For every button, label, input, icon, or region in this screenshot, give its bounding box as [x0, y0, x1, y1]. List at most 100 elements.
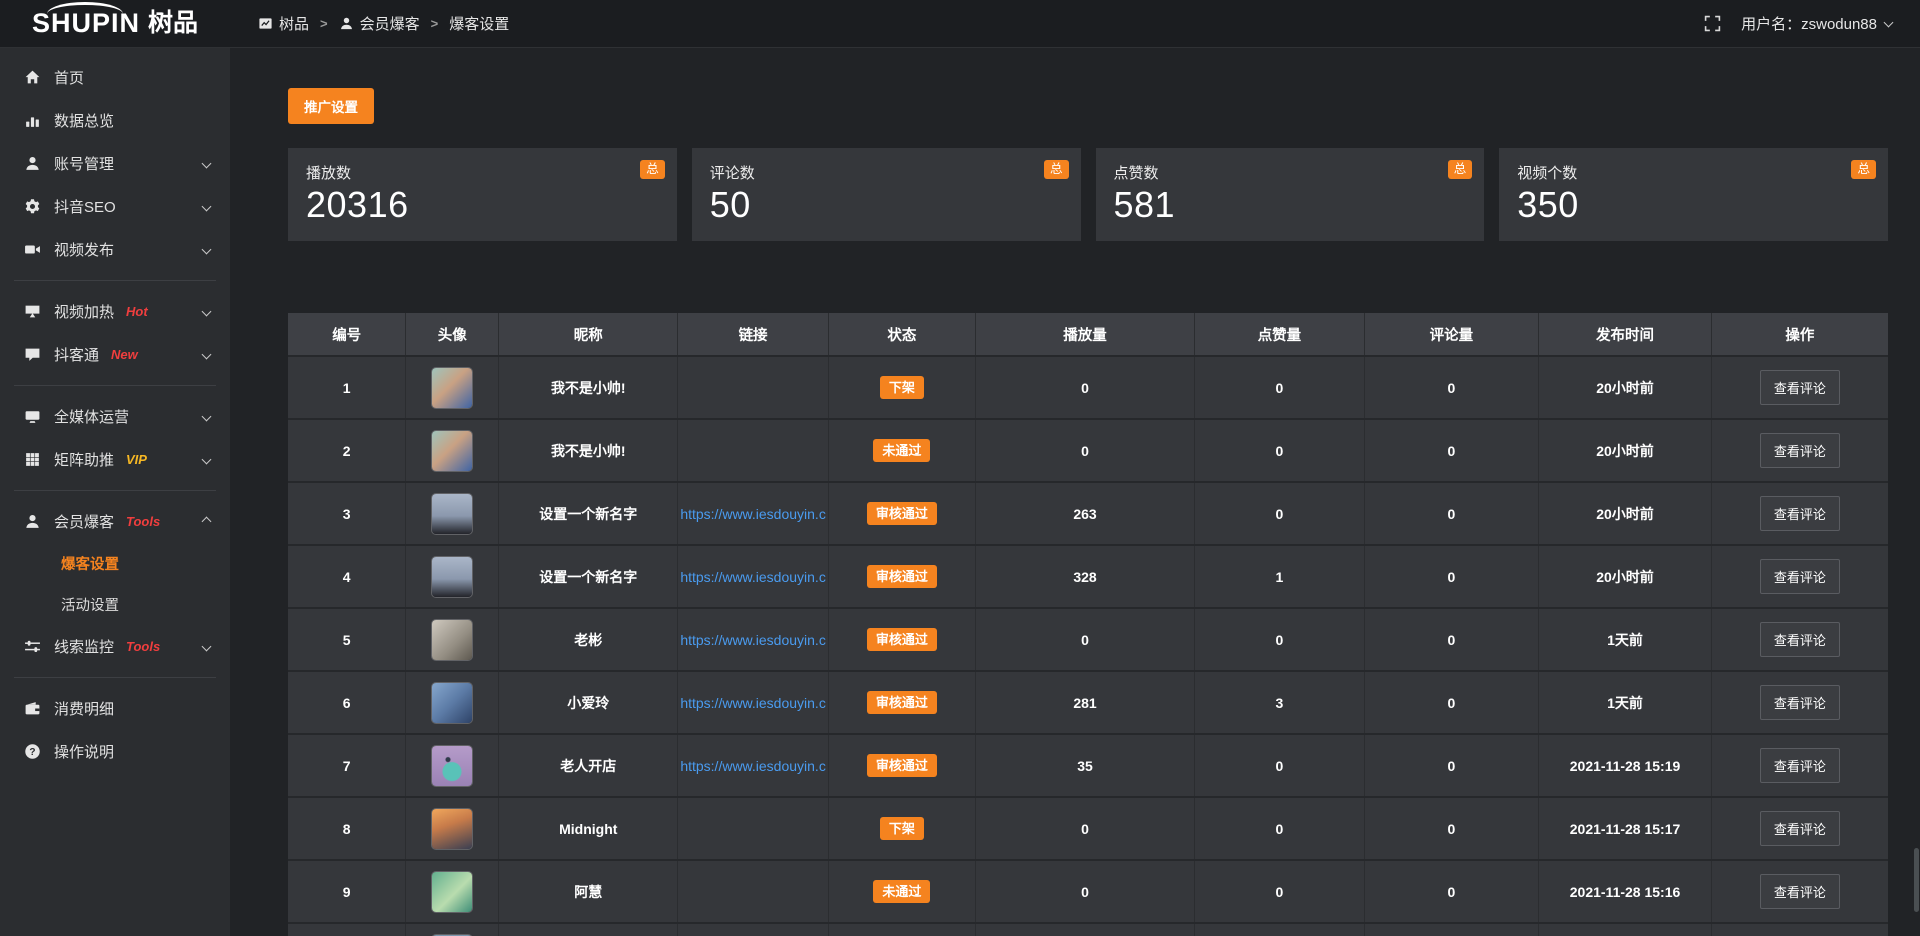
chevron-icon — [202, 455, 212, 465]
cell-status: 审核通过 — [829, 735, 976, 796]
cell-nickname: 老人开店 — [499, 735, 678, 796]
cell-likes: 0 — [1195, 483, 1365, 544]
view-comments-button[interactable]: 查看评论 — [1760, 622, 1840, 657]
sidebar-item[interactable]: 矩阵助推 VIP — [0, 438, 230, 481]
video-link[interactable]: https://www.iesdouyin.c — [680, 695, 826, 711]
person-icon — [24, 513, 41, 530]
view-comments-button[interactable]: 查看评论 — [1760, 559, 1840, 594]
sidebar-item[interactable]: 视频加热 Hot — [0, 290, 230, 333]
cell-status: 审核通过 — [829, 546, 976, 607]
view-comments-button[interactable]: 查看评论 — [1760, 811, 1840, 846]
cell-actions: 查看评论 — [1712, 546, 1888, 607]
promo-settings-button[interactable]: 推广设置 — [288, 88, 374, 124]
cell-likes: 1 — [1195, 546, 1365, 607]
cell-publish-time — [1539, 924, 1712, 936]
view-comments-button[interactable]: 查看评论 — [1760, 685, 1840, 720]
cell-nickname: 我不是小帅! — [499, 420, 678, 481]
status-badge: 下架 — [880, 376, 924, 399]
fullscreen-icon[interactable] — [1704, 15, 1721, 32]
sidebar-divider — [14, 677, 216, 678]
stat-total-badge: 总 — [1448, 160, 1473, 179]
brand-logo-zh: 树品 — [148, 11, 198, 36]
avatar-image — [432, 872, 472, 912]
cell-avatar — [406, 798, 499, 859]
sidebar-item[interactable]: 会员爆客 Tools — [0, 500, 230, 543]
status-badge: 下架 — [880, 817, 924, 840]
sidebar-item[interactable]: 抖客通 New — [0, 333, 230, 376]
cell-plays: 328 — [976, 546, 1195, 607]
display-icon — [24, 303, 41, 320]
cell-likes: 0 — [1195, 357, 1365, 418]
cell-actions — [1712, 924, 1888, 936]
chevron-icon — [202, 307, 212, 317]
cell-publish-time: 2021-11-28 15:19 — [1539, 735, 1712, 796]
avatar-image — [432, 746, 472, 786]
sidebar-item[interactable]: 抖音SEO — [0, 185, 230, 228]
sidebar-item[interactable]: 线索监控 Tools — [0, 625, 230, 668]
column-header: 发布时间 — [1539, 313, 1712, 355]
cell-likes: 0 — [1195, 735, 1365, 796]
column-header: 昵称 — [499, 313, 678, 355]
video-link[interactable]: https://www.iesdouyin.c — [680, 758, 826, 774]
cell-actions: 查看评论 — [1712, 861, 1888, 922]
sidebar-subitem[interactable]: 爆客设置 — [0, 543, 230, 584]
scrollbar-thumb[interactable] — [1914, 848, 1919, 912]
user-menu[interactable]: 用户名：zswodun88 — [1741, 13, 1892, 34]
breadcrumb-item[interactable]: 爆客设置 — [449, 13, 509, 34]
view-comments-button[interactable]: 查看评论 — [1760, 496, 1840, 531]
grid-icon — [24, 451, 41, 468]
cell-id: 5 — [288, 609, 406, 670]
breadcrumb-item[interactable]: 树品 — [258, 13, 309, 34]
cell-likes — [1195, 924, 1365, 936]
view-comments-button[interactable]: 查看评论 — [1760, 874, 1840, 909]
cell-link: https://www.iesdouyin.c — [678, 609, 828, 670]
cell-likes: 0 — [1195, 420, 1365, 481]
stat-label: 播放数 — [306, 162, 659, 183]
sidebar-item[interactable]: 消费明细 — [0, 687, 230, 730]
stat-total-badge: 总 — [1044, 160, 1069, 179]
cell-avatar — [406, 420, 499, 481]
cell-link — [678, 357, 828, 418]
cell-status — [829, 924, 976, 936]
video-link[interactable]: https://www.iesdouyin.c — [680, 506, 826, 522]
stat-value: 50 — [710, 183, 1063, 226]
cell-id: 3 — [288, 483, 406, 544]
sidebar-item-tag: Tools — [126, 514, 160, 529]
cell-avatar — [406, 735, 499, 796]
chevron-icon — [202, 642, 212, 652]
table-header-row: 编号头像昵称链接状态播放量点赞量评论量发布时间操作 — [288, 313, 1888, 357]
sidebar-item[interactable]: 视频发布 — [0, 228, 230, 271]
cell-actions: 查看评论 — [1712, 420, 1888, 481]
cell-likes: 3 — [1195, 672, 1365, 733]
sidebar-item[interactable]: 全媒体运营 — [0, 395, 230, 438]
cell-id: 7 — [288, 735, 406, 796]
stat-total-badge: 总 — [1851, 160, 1876, 179]
sidebar-item[interactable]: ? 操作说明 — [0, 730, 230, 773]
view-comments-button[interactable]: 查看评论 — [1760, 433, 1840, 468]
breadcrumb-separator: > — [320, 16, 328, 31]
column-header: 播放量 — [976, 313, 1195, 355]
cell-actions: 查看评论 — [1712, 672, 1888, 733]
cell-status: 下架 — [829, 798, 976, 859]
video-link[interactable]: https://www.iesdouyin.c — [680, 569, 826, 585]
cell-nickname: 阿慧 — [499, 861, 678, 922]
view-comments-button[interactable]: 查看评论 — [1760, 748, 1840, 783]
cell-nickname: Midnight — [499, 798, 678, 859]
sidebar-subitem[interactable]: 活动设置 — [0, 584, 230, 625]
column-header: 链接 — [678, 313, 828, 355]
column-header: 状态 — [829, 313, 976, 355]
sidebar-item[interactable]: 首页 — [0, 56, 230, 99]
breadcrumb-item[interactable]: 会员爆客 — [339, 13, 420, 34]
video-camera-icon — [24, 241, 41, 258]
sidebar-item[interactable]: 数据总览 — [0, 99, 230, 142]
column-header: 头像 — [406, 313, 499, 355]
cell-avatar — [406, 861, 499, 922]
home-icon — [24, 69, 41, 86]
sidebar-divider — [14, 490, 216, 491]
cell-nickname: 小爱玲 — [499, 672, 678, 733]
video-link[interactable]: https://www.iesdouyin.c — [680, 632, 826, 648]
avatar-image — [432, 494, 472, 534]
view-comments-button[interactable]: 查看评论 — [1760, 370, 1840, 405]
sidebar-item[interactable]: 账号管理 — [0, 142, 230, 185]
cell-link: https://www.iesdouyin.c — [678, 735, 828, 796]
